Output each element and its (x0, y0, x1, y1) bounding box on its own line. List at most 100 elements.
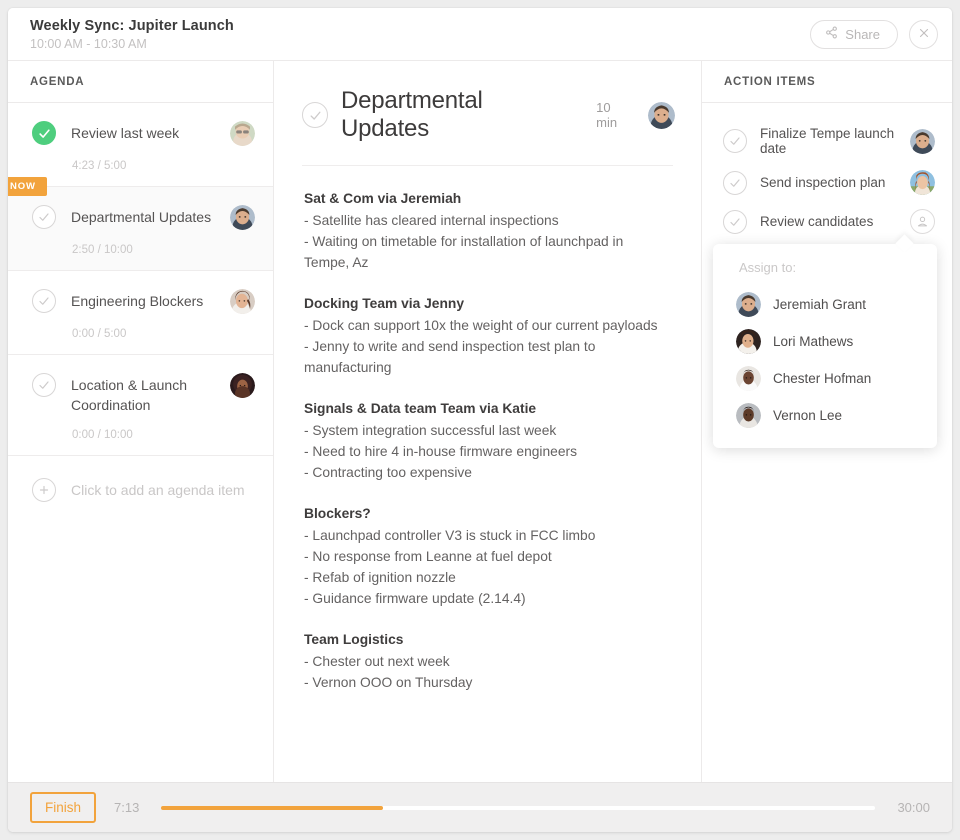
note-line: - Need to hire 4 in-house firmware engin… (304, 444, 578, 459)
agenda-list: Review last week 4:23 / 5:00 NOW Departm… (8, 103, 273, 782)
action-item-label: Send inspection plan (760, 175, 886, 190)
agenda-item-row: Location & Launch Coordination (32, 373, 255, 415)
note-block: Team Logistics - Chester out next week -… (304, 629, 671, 693)
assign-option-lori-mathews[interactable]: Lori Mathews (713, 323, 937, 360)
assign-option-label: Jeremiah Grant (773, 297, 867, 312)
share-icon (825, 26, 838, 42)
note-line: - Jenny to write and send inspection tes… (304, 339, 596, 375)
notes-title: Departmental Updates (341, 87, 483, 142)
elapsed-time: 7:13 (114, 800, 140, 815)
note-line: - Waiting on timetable for installation … (304, 234, 624, 270)
meeting-progress-fill (161, 805, 383, 810)
share-button[interactable]: Share (810, 19, 898, 49)
plus-icon (32, 478, 56, 502)
assign-option-chester-hofman[interactable]: Chester Hofman (713, 360, 937, 397)
avatar (736, 366, 761, 391)
note-block: Sat & Com via Jeremiah - Satellite has c… (304, 188, 671, 273)
notes-body[interactable]: Sat & Com via Jeremiah - Satellite has c… (274, 166, 701, 782)
header-titles: Weekly Sync: Jupiter Launch 10:00 AM - 1… (30, 16, 810, 52)
app-header: Weekly Sync: Jupiter Launch 10:00 AM - 1… (8, 8, 952, 61)
assign-popover-title: Assign to: (739, 260, 797, 275)
assign-option-label: Vernon Lee (773, 408, 843, 423)
checkmark-filled-icon[interactable] (32, 121, 56, 145)
agenda-item-row: Engineering Blockers (32, 289, 255, 314)
agenda-item-time: 2:50 / 10:00 (72, 244, 133, 256)
note-heading: Sat & Com via Jeremiah (304, 191, 462, 206)
add-agenda-item-button[interactable]: Click to add an agenda item (8, 456, 273, 524)
agenda-panel-title: AGENDA (8, 61, 273, 103)
note-line: - Refab of ignition nozzle (304, 570, 456, 585)
assign-option-vernon-lee[interactable]: Vernon Lee (713, 397, 937, 434)
note-heading: Team Logistics (304, 632, 404, 647)
agenda-item-label: Location & Launch Coordination (71, 377, 187, 413)
avatar (736, 329, 761, 354)
note-line: - Satellite has cleared internal inspect… (304, 213, 559, 228)
agenda-item-departmental-updates[interactable]: NOW Departmental Updates 2:50 / 10:00 (8, 177, 273, 271)
action-item-label: Review candidates (760, 214, 874, 229)
assign-option-label: Chester Hofman (773, 371, 872, 386)
avatar[interactable] (648, 101, 675, 129)
note-heading: Docking Team via Jenny (304, 296, 464, 311)
meeting-time-range: 10:00 AM - 10:30 AM (30, 37, 147, 51)
agenda-panel: AGENDA Review last week 4:23 / 5:00 NOW … (8, 61, 274, 782)
header-actions: Share (810, 19, 938, 49)
action-items-panel: ACTION ITEMS Finalize Tempe launch date (701, 61, 952, 782)
agenda-item-time: 0:00 / 5:00 (72, 328, 127, 340)
note-line: - Guidance firmware update (2.14.4) (304, 591, 526, 606)
action-items-list: Finalize Tempe launch date Send inspecti… (702, 103, 952, 448)
assign-option-jeremiah-grant[interactable]: Jeremiah Grant (713, 286, 937, 323)
note-line: - Launchpad controller V3 is stuck in FC… (304, 528, 596, 543)
notes-panel: Departmental Updates 10 min Sat & Com vi… (274, 61, 701, 782)
note-heading: Blockers? (304, 506, 371, 521)
checkmark-outline-icon[interactable] (302, 102, 328, 128)
checkmark-outline-icon[interactable] (723, 209, 747, 234)
assign-person-icon[interactable] (910, 209, 935, 234)
avatar[interactable] (230, 121, 255, 146)
agenda-item-time: 0:00 / 10:00 (72, 429, 133, 441)
assign-popover: Assign to: Jeremiah Grant Lori Mathews C… (713, 244, 937, 448)
page-title: Weekly Sync: Jupiter Launch (30, 18, 234, 34)
action-item-label: Finalize Tempe launch date (760, 126, 895, 156)
close-icon (918, 27, 930, 42)
action-item-send-inspection-plan[interactable]: Send inspection plan (702, 163, 952, 202)
total-time: 30:00 (897, 800, 930, 815)
close-button[interactable] (909, 19, 938, 49)
checkmark-outline-icon[interactable] (32, 205, 56, 229)
agenda-item-engineering-blockers[interactable]: Engineering Blockers 0:00 / 5:00 (8, 271, 273, 355)
action-item-finalize-tempe-launch-date[interactable]: Finalize Tempe launch date (702, 119, 952, 163)
checkmark-outline-icon[interactable] (32, 289, 56, 313)
note-block: Blockers? - Launchpad controller V3 is s… (304, 503, 671, 609)
note-line: - Contracting too expensive (304, 465, 472, 480)
app-body: AGENDA Review last week 4:23 / 5:00 NOW … (8, 61, 952, 782)
meeting-app-window: Weekly Sync: Jupiter Launch 10:00 AM - 1… (8, 8, 952, 832)
action-item-review-candidates[interactable]: Review candidates (702, 202, 952, 241)
notes-duration: 10 min (596, 100, 618, 130)
avatar[interactable] (230, 373, 255, 398)
finish-button[interactable]: Finish (30, 792, 97, 823)
avatar (736, 403, 761, 428)
checkmark-outline-icon[interactable] (723, 129, 747, 153)
agenda-item-time: 4:23 / 5:00 (72, 160, 127, 172)
share-button-label: Share (845, 26, 880, 42)
avatar[interactable] (230, 205, 255, 230)
meeting-progress-bar[interactable] (161, 805, 876, 810)
action-items-panel-title: ACTION ITEMS (702, 61, 952, 103)
checkmark-outline-icon[interactable] (32, 373, 56, 397)
avatar[interactable] (910, 128, 935, 154)
agenda-item-location-launch-coordination[interactable]: Location & Launch Coordination 0:00 / 10… (8, 355, 273, 456)
note-block: Docking Team via Jenny - Dock can suppor… (304, 293, 671, 378)
agenda-item-label: Review last week (71, 125, 180, 141)
assign-option-label: Lori Mathews (773, 334, 854, 349)
avatar[interactable] (230, 289, 255, 314)
agenda-item-review-last-week[interactable]: Review last week 4:23 / 5:00 (8, 103, 273, 187)
checkmark-outline-icon[interactable] (723, 170, 747, 195)
agenda-item-label: Departmental Updates (71, 209, 212, 225)
note-line: - Dock can support 10x the weight of our… (304, 318, 658, 333)
note-line: - Vernon OOO on Thursday (304, 675, 473, 690)
agenda-item-row: Departmental Updates (32, 205, 255, 230)
avatar (736, 292, 761, 317)
now-badge: NOW (8, 177, 47, 196)
note-block: Signals & Data team Team via Katie - Sys… (304, 398, 671, 483)
note-heading: Signals & Data team Team via Katie (304, 401, 537, 416)
avatar[interactable] (910, 170, 935, 195)
